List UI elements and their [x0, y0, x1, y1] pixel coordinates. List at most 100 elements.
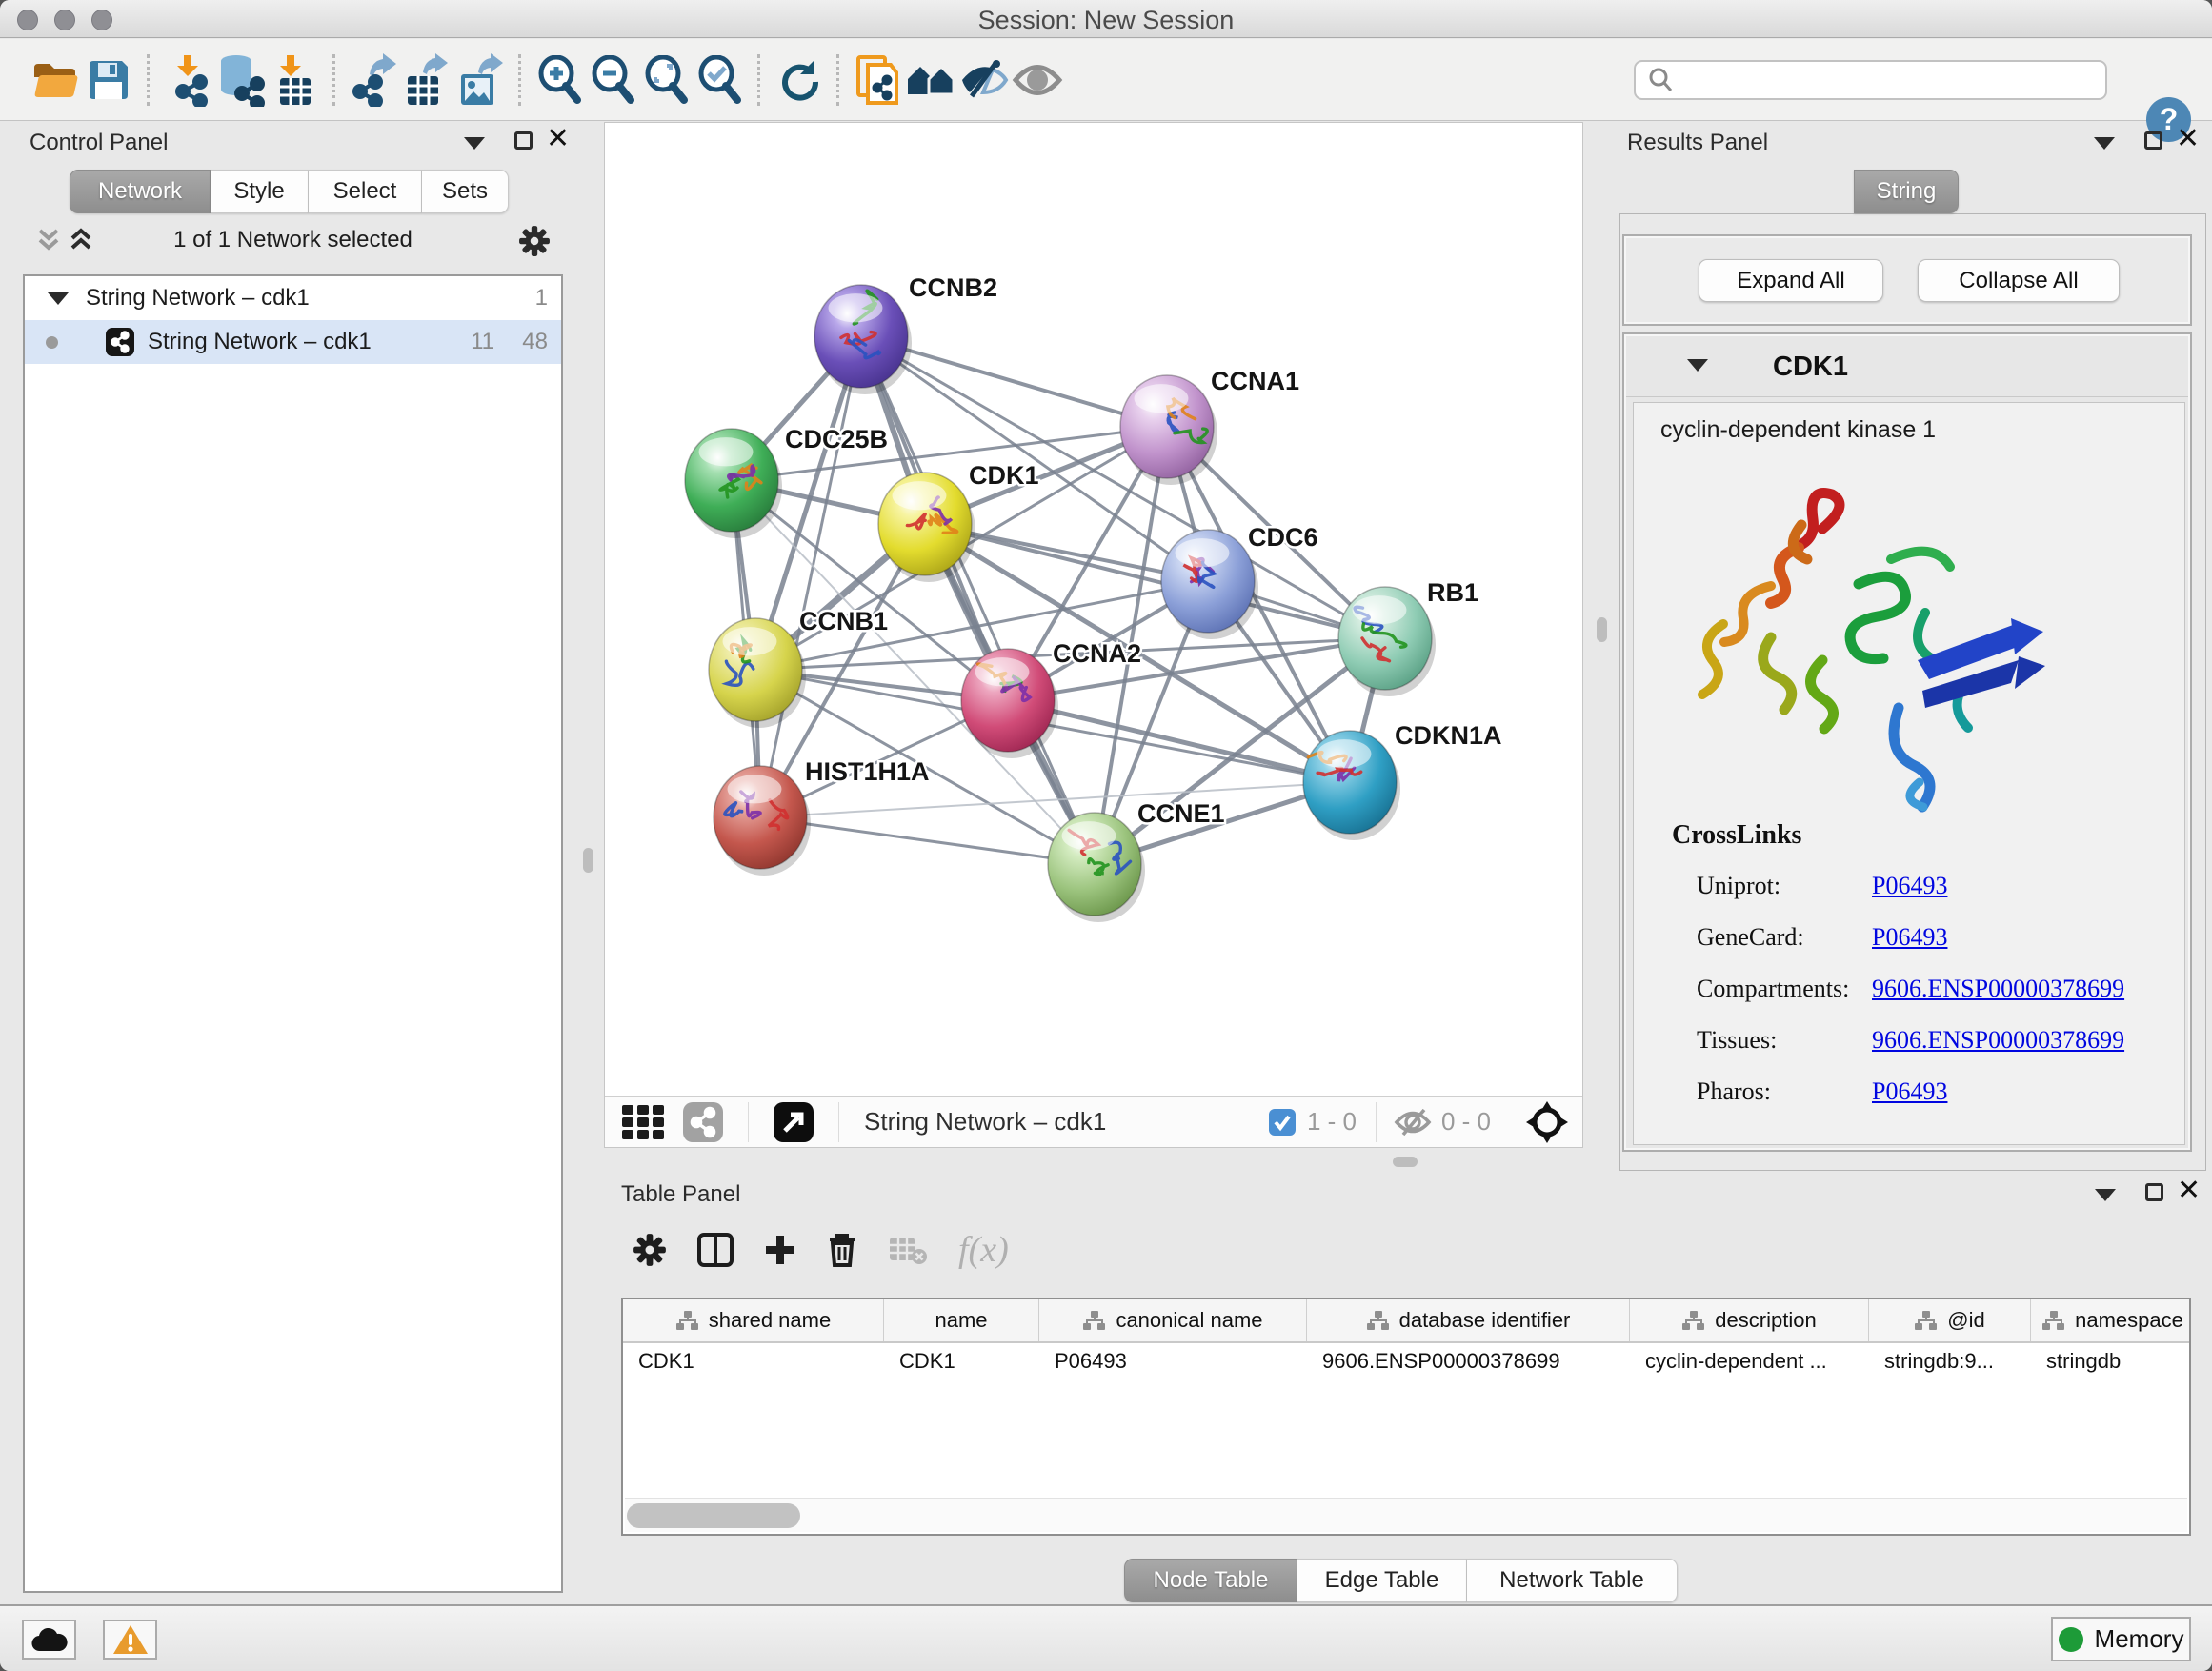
column-header-namespace[interactable]: namespace: [2031, 1299, 2191, 1341]
network-node-hist1h1a[interactable]: HIST1H1A: [714, 757, 930, 876]
tab-style[interactable]: Style: [211, 170, 309, 213]
control-panel-float-button[interactable]: [514, 131, 533, 150]
crosslink-link[interactable]: P06493: [1872, 872, 1947, 910]
scrollbar-thumb[interactable]: [627, 1503, 800, 1528]
birdseye-grid-icon[interactable]: [620, 1103, 670, 1141]
tab-edge-table[interactable]: Edge Table: [1297, 1559, 1467, 1602]
column-header-shared-name[interactable]: shared name: [623, 1299, 884, 1341]
column-header-description[interactable]: description: [1630, 1299, 1869, 1341]
tab-network[interactable]: Network: [70, 170, 211, 213]
column-header-@id[interactable]: @id: [1869, 1299, 2031, 1341]
network-options-gear-icon[interactable]: [518, 225, 551, 257]
houses-icon: [904, 58, 957, 102]
column-header-database-identifier[interactable]: database identifier: [1307, 1299, 1630, 1341]
bottom-splitter-handle[interactable]: [1393, 1157, 1418, 1167]
tab-select[interactable]: Select: [309, 170, 422, 213]
zoom-in-icon: [535, 55, 583, 105]
network-node-ccnb2[interactable]: CCNB2: [814, 273, 997, 394]
save-session-button[interactable]: [82, 53, 135, 107]
warnings-button[interactable]: [103, 1620, 157, 1660]
network-row-selected[interactable]: String Network – cdk1 11 48: [25, 320, 561, 364]
show-hide-eye-button[interactable]: [1011, 53, 1064, 107]
column-header-label: @id: [1947, 1308, 1984, 1333]
results-panel-float-button[interactable]: [2144, 131, 2162, 150]
network-edge[interactable]: [760, 336, 861, 817]
zoom-in-button[interactable]: [533, 53, 586, 107]
tab-sets[interactable]: Sets: [422, 170, 509, 213]
table-panel-close-button[interactable]: ✕: [2177, 1181, 2201, 1200]
search-input[interactable]: [1674, 66, 2094, 94]
zoom-out-button[interactable]: [586, 53, 639, 107]
network-toolbar-separator: [1376, 1102, 1377, 1142]
results-panel-close-button[interactable]: ✕: [2176, 130, 2200, 149]
table-row[interactable]: CDK1CDK1P064939606.ENSP00000378699cyclin…: [623, 1343, 2189, 1383]
database-import-icon: [215, 53, 267, 107]
network-node-rb1[interactable]: RB1: [1338, 578, 1478, 696]
table-options-gear-icon[interactable]: [633, 1233, 667, 1267]
network-node-cdc6[interactable]: CDC6: [1161, 523, 1318, 639]
import-network-button[interactable]: [161, 53, 214, 107]
import-table-button[interactable]: [268, 53, 321, 107]
tab-network-table[interactable]: Network Table: [1467, 1559, 1678, 1602]
toggle-graphics-details-button[interactable]: [957, 53, 1011, 107]
tab-string[interactable]: String: [1854, 170, 1959, 213]
collapse-all-button[interactable]: Collapse All: [1918, 259, 2120, 302]
network-collection-row[interactable]: String Network – cdk1 1: [25, 276, 561, 320]
network-node-cdc25b[interactable]: CDC25B: [685, 425, 888, 538]
open-in-window-icon[interactable]: [774, 1102, 814, 1142]
status-bar: Memory: [0, 1604, 2212, 1671]
memory-button[interactable]: Memory: [2051, 1617, 2191, 1661]
add-column-icon[interactable]: [764, 1234, 796, 1266]
clone-network-button[interactable]: [851, 53, 904, 107]
collection-expand-arrow-icon[interactable]: [48, 292, 69, 305]
gene-collapse-arrow-icon[interactable]: [1687, 359, 1708, 372]
expand-all-button[interactable]: Expand All: [1699, 259, 1883, 302]
tab-node-table[interactable]: Node Table: [1124, 1559, 1297, 1602]
table-panel-menu-button[interactable]: [2095, 1189, 2116, 1201]
toolbar-separator: [518, 54, 521, 106]
network-canvas[interactable]: CCNB2CCNA1CDC25BCDK1CDC6RB1CCNB1CCNA2CDK…: [605, 123, 1582, 1096]
network-view-title: String Network – cdk1: [864, 1107, 1106, 1137]
delete-column-trash-icon[interactable]: [827, 1232, 857, 1268]
column-header-name[interactable]: name: [884, 1299, 1039, 1341]
table-horizontal-scrollbar[interactable]: [625, 1498, 2187, 1532]
network-node-ccnb1[interactable]: CCNB1: [709, 607, 888, 728]
results-panel-menu-button[interactable]: [2094, 137, 2115, 150]
left-splitter-handle[interactable]: [583, 848, 593, 873]
zoom-selected-button[interactable]: [693, 53, 746, 107]
right-splitter-handle[interactable]: [1597, 617, 1607, 642]
network-node-cdk1[interactable]: CDK1: [878, 461, 1039, 582]
table-cell: cyclin-dependent ...: [1630, 1343, 1869, 1383]
crosslink-link[interactable]: P06493: [1872, 923, 1947, 961]
control-panel-menu-button[interactable]: [464, 137, 485, 150]
control-panel-close-button[interactable]: ✕: [546, 130, 570, 149]
network-node-cdkn1a[interactable]: CDKN1A: [1303, 721, 1502, 840]
network-share-icon[interactable]: [683, 1102, 723, 1142]
crosslink-link[interactable]: P06493: [1872, 1077, 1947, 1116]
column-header-canonical-name[interactable]: canonical name: [1039, 1299, 1307, 1341]
table-panel-float-button[interactable]: [2145, 1183, 2163, 1201]
export-network-button[interactable]: [347, 53, 400, 107]
crosslink-link[interactable]: 9606.ENSP00000378699: [1872, 975, 2124, 1013]
export-image-icon: [455, 53, 505, 107]
zoom-fit-button[interactable]: [639, 53, 693, 107]
home-view-button[interactable]: [904, 53, 957, 107]
open-session-button[interactable]: [29, 53, 82, 107]
export-image-button[interactable]: [453, 53, 507, 107]
pan-crosshair-icon[interactable]: [1525, 1100, 1569, 1144]
show-columns-icon[interactable]: [697, 1233, 734, 1267]
hidden-elements-eye-slash-icon[interactable]: [1394, 1107, 1432, 1137]
column-header-label: namespace: [2075, 1308, 2183, 1333]
network-node-ccne1[interactable]: CCNE1: [1048, 799, 1225, 922]
import-network-from-database-button[interactable]: [214, 53, 268, 107]
selected-nodes-checkbox-icon[interactable]: [1269, 1109, 1296, 1136]
export-table-button[interactable]: [400, 53, 453, 107]
cloud-status-button[interactable]: [22, 1620, 76, 1660]
gene-header-row[interactable]: CDK1: [1626, 336, 2188, 397]
toolbar-separator: [332, 54, 335, 106]
memory-status-dot-icon: [2059, 1627, 2083, 1652]
crosslink-link[interactable]: 9606.ENSP00000378699: [1872, 1026, 2124, 1064]
refresh-view-button[interactable]: [772, 53, 825, 107]
node-label: CCNA1: [1211, 367, 1299, 395]
search-field[interactable]: [1634, 60, 2107, 100]
